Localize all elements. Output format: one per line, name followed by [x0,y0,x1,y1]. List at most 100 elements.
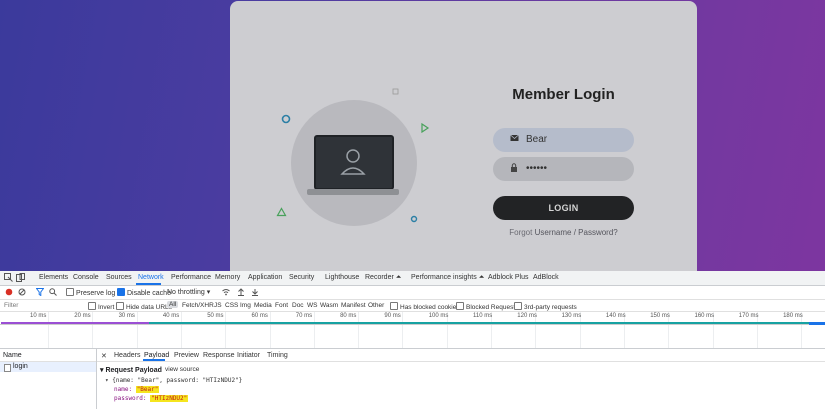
tab-elements[interactable]: Elements [39,274,68,281]
payload-password-value: "HTIzNDU2" [150,395,189,402]
request-detail: ✕ Headers Payload Preview Response Initi… [97,349,825,409]
hide-data-urls-checkbox[interactable]: Hide data URLs [116,302,172,311]
invert-checkbox[interactable]: Invert [88,302,114,311]
lock-icon [510,163,518,175]
tab-performance[interactable]: Performance [171,274,211,281]
tab-network[interactable]: Network [138,274,164,281]
payload-name-row: name: "Bear" [114,386,160,393]
forgot-link[interactable]: Username / Password? [535,228,618,237]
timeline-tick-label: 60 ms [251,313,268,319]
filter-type-img[interactable]: Img [240,302,251,309]
timeline-gridline [269,312,271,348]
filter-type-fetch-xhr[interactable]: Fetch/XHR [182,302,214,309]
devtools-tab-bar: Elements Console Sources Network Perform… [0,271,825,286]
device-toolbar-icon[interactable] [16,273,25,284]
network-overview-timeline[interactable]: 10 ms 20 ms 30 ms 40 ms 50 ms 60 ms 70 ms 80 ms… [0,312,825,349]
tab-timing[interactable]: Timing [267,352,288,359]
timeline-tick-label: 130 ms [561,313,582,319]
filter-type-ws[interactable]: WS [307,302,317,309]
filter-type-other[interactable]: Other [368,302,384,309]
checkbox-icon [514,302,522,310]
timeline-gridline [180,312,182,348]
active-tab-indicator [136,283,161,285]
waterfall-bar-end [809,322,825,325]
triangle-up-deco-icon [276,207,287,217]
filter-input[interactable]: Filter [4,302,18,309]
blocked-requests-checkbox[interactable]: Blocked Requests [456,302,518,311]
checkbox-checked-icon [117,288,125,296]
inspect-element-icon[interactable] [4,273,13,284]
payload-name-value: "Bear" [135,386,160,393]
disable-cache-checkbox[interactable]: Disable cache [117,288,171,297]
timeline-tick-label: 50 ms [207,313,224,319]
tab-payload[interactable]: Payload [144,352,169,359]
record-icon[interactable] [5,288,13,298]
tab-sources[interactable]: Sources [106,274,132,281]
tab-security[interactable]: Security [289,274,314,281]
tab-performance-insights[interactable]: Performance insights ⏶ [411,274,484,282]
request-payload-label: Request Payload [105,367,162,374]
password-input[interactable]: •••••• [493,157,634,181]
timeline-tick-label: 140 ms [605,313,626,319]
payload-summary[interactable]: ▾ {name: "Bear", password: "HTIzNDU2"} [105,377,242,384]
tab-adblock-plus[interactable]: Adblock Plus [488,274,528,281]
payload-password-key: password: [114,395,147,402]
filter-type-media[interactable]: Media [254,302,272,309]
username-value: Bear [526,134,548,145]
filter-type-wasm[interactable]: Wasm [320,302,338,309]
timeline-tick-label: 110 ms [473,313,493,319]
import-har-icon[interactable] [237,288,245,298]
filter-icon[interactable] [35,288,45,298]
tab-preview[interactable]: Preview [174,352,199,359]
hide-data-urls-label: Hide data URLs [126,304,172,311]
tab-adblock[interactable]: AdBlock [533,274,559,281]
clear-icon[interactable] [18,288,26,298]
username-input[interactable]: Bear [493,128,634,152]
filter-type-doc[interactable]: Doc [292,302,304,309]
network-bottom-pane: Name login ✕ Headers Payload Preview Res… [0,349,825,409]
tab-headers[interactable]: Headers [114,352,140,359]
request-name: login [13,363,28,370]
wifi-icon[interactable] [222,288,230,298]
tab-console[interactable]: Console [73,274,99,281]
third-party-checkbox[interactable]: 3rd-party requests [514,302,577,311]
throttling-select[interactable]: No throttling ▾ [167,288,210,296]
blocked-requests-label: Blocked Requests [466,304,519,311]
circle-deco-icon [281,114,291,124]
tab-application[interactable]: Application [248,274,282,281]
timeline-tick-label: 160 ms [694,313,715,319]
request-list: Name login [0,349,97,409]
laptop-icon [314,135,394,190]
has-blocked-cookies-checkbox[interactable]: Has blocked cookies [390,302,460,311]
filter-type-font[interactable]: Font [275,302,288,309]
search-icon[interactable] [49,288,57,298]
timeline-tick-label: 150 ms [650,313,670,319]
filter-type-manifest[interactable]: Manifest [341,302,366,309]
timeline-tick-label: 100 ms [428,313,449,319]
triangle-right-deco-icon [421,123,430,133]
network-filter-bar: Filter Invert Hide data URLs All Fetch/X… [0,300,825,312]
tab-initiator[interactable]: Initiator [237,352,260,359]
login-button[interactable]: LOGIN [493,196,634,220]
filter-type-js[interactable]: JS [214,302,222,309]
waterfall-bar-download [149,322,809,324]
preserve-log-checkbox[interactable]: Preserve log [66,288,115,297]
request-payload-section[interactable]: ▾ Request Payload [100,366,162,374]
tab-memory[interactable]: Memory [215,274,240,281]
request-row-login[interactable]: login [0,362,96,372]
filter-type-all[interactable]: All [167,301,179,308]
export-har-icon[interactable] [251,288,259,298]
close-icon[interactable]: ✕ [101,352,107,360]
payload-name-key: name: [114,386,133,393]
filter-type-css[interactable]: CSS [225,302,238,309]
triangle-down-icon: ▾ [100,367,104,374]
square-deco-icon [392,88,399,95]
tab-recorder[interactable]: Recorder ⏶ [365,274,401,282]
invert-label: Invert [98,304,115,311]
tab-response[interactable]: Response [203,352,235,359]
forgot-prefix: Forgot [509,228,533,237]
tab-lighthouse[interactable]: Lighthouse [325,274,359,281]
view-source-link[interactable]: view source [165,366,199,373]
laptop-base [307,189,399,195]
request-list-header[interactable]: Name [0,349,96,362]
